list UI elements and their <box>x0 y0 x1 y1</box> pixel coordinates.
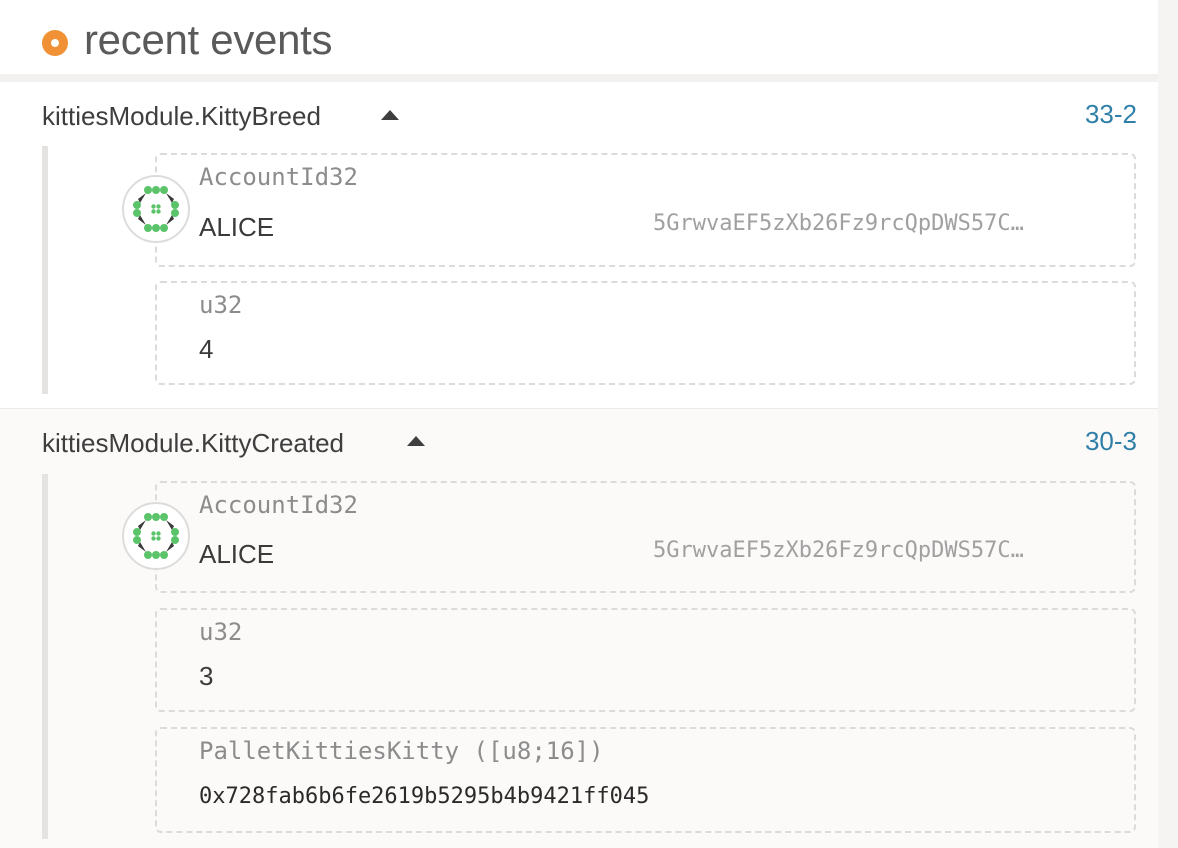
panel-header: recent events <box>0 0 1158 76</box>
param-type-label: u32 <box>199 291 243 319</box>
param-value: 3 <box>199 661 214 691</box>
param-account: AccountId32 ALICE 5GrwvaEF5zXb26Fz9rcQpD… <box>155 481 1136 593</box>
account-address[interactable]: 5GrwvaEF5zXb26Fz9rcQpDWS57C… <box>653 536 1024 566</box>
param-account: AccountId32 ALICE 5GrwvaEF5zXb26Fz9rcQpD… <box>155 153 1136 267</box>
identicon-icon[interactable] <box>122 175 190 243</box>
event-name[interactable]: kittiesModule.KittyBreed <box>42 100 321 132</box>
param-kitty-dna: PalletKittiesKitty ([u8;16]) 0x728fab6b6… <box>155 727 1136 833</box>
account-name: ALICE <box>199 539 275 569</box>
event-block-link[interactable]: 33-2 <box>1085 98 1137 130</box>
event-name[interactable]: kittiesModule.KittyCreated <box>42 427 344 459</box>
param-type-label: AccountId32 <box>199 491 358 519</box>
account-name: ALICE <box>199 212 275 242</box>
param-u32: u32 3 <box>155 608 1136 712</box>
param-type-label: PalletKittiesKitty ([u8;16]) <box>199 737 604 765</box>
caret-up-icon[interactable] <box>407 436 425 446</box>
kitty-dna-value[interactable]: 0x728fab6b6fe2619b5295b4b9421ff045 <box>199 781 649 813</box>
panel-title: recent events <box>84 16 333 63</box>
event-block-link[interactable]: 30-3 <box>1085 425 1137 457</box>
account-address[interactable]: 5GrwvaEF5zXb26Fz9rcQpDWS57C… <box>653 209 1024 239</box>
param-type-label: AccountId32 <box>199 163 358 191</box>
event-row[interactable]: kittiesModule.KittyBreed 33-2 AccountId3… <box>0 82 1158 408</box>
event-row[interactable]: kittiesModule.KittyCreated 30-3 AccountI… <box>0 408 1158 848</box>
event-details-bar <box>42 146 48 394</box>
param-u32: u32 4 <box>155 281 1136 385</box>
caret-up-icon[interactable] <box>381 110 399 120</box>
orange-dot-icon <box>42 30 68 56</box>
scrollbar-track[interactable] <box>1158 0 1178 848</box>
param-type-label: u32 <box>199 618 243 646</box>
identicon-icon[interactable] <box>122 502 190 570</box>
event-details-bar <box>42 474 48 839</box>
header-divider <box>0 74 1158 82</box>
param-value: 4 <box>199 334 214 364</box>
events-panel: recent events kittiesModule.KittyBreed 3… <box>0 0 1158 848</box>
